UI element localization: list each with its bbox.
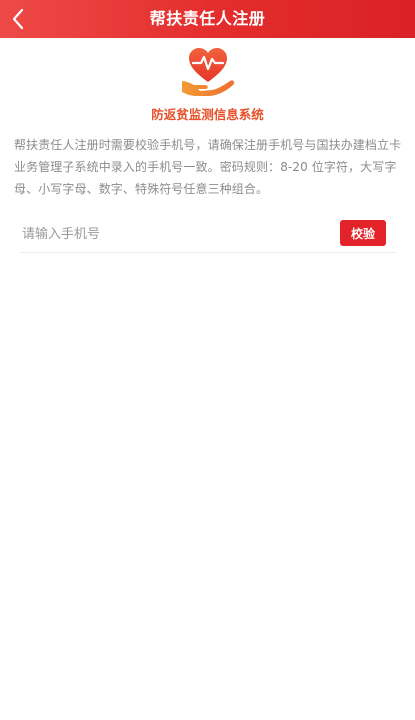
system-name: 防返贫监测信息系统 (151, 107, 264, 122)
page-title: 帮扶责任人注册 (149, 9, 266, 28)
registration-notice: 帮扶责任人注册时需要校验手机号，请确保注册手机号与国扶办建档立卡业务管理子系统中… (14, 138, 402, 196)
phone-row: 校验 (20, 215, 396, 253)
heart-pulse-in-hand-icon (181, 48, 234, 96)
back-button[interactable] (6, 4, 32, 34)
phone-input[interactable] (20, 215, 320, 253)
app-header: 帮扶责任人注册 (0, 0, 415, 38)
chevron-left-icon[interactable] (6, 4, 32, 34)
app-logo: 防返贫监测信息系统 (0, 42, 415, 123)
verify-button[interactable]: 校验 (340, 220, 386, 246)
